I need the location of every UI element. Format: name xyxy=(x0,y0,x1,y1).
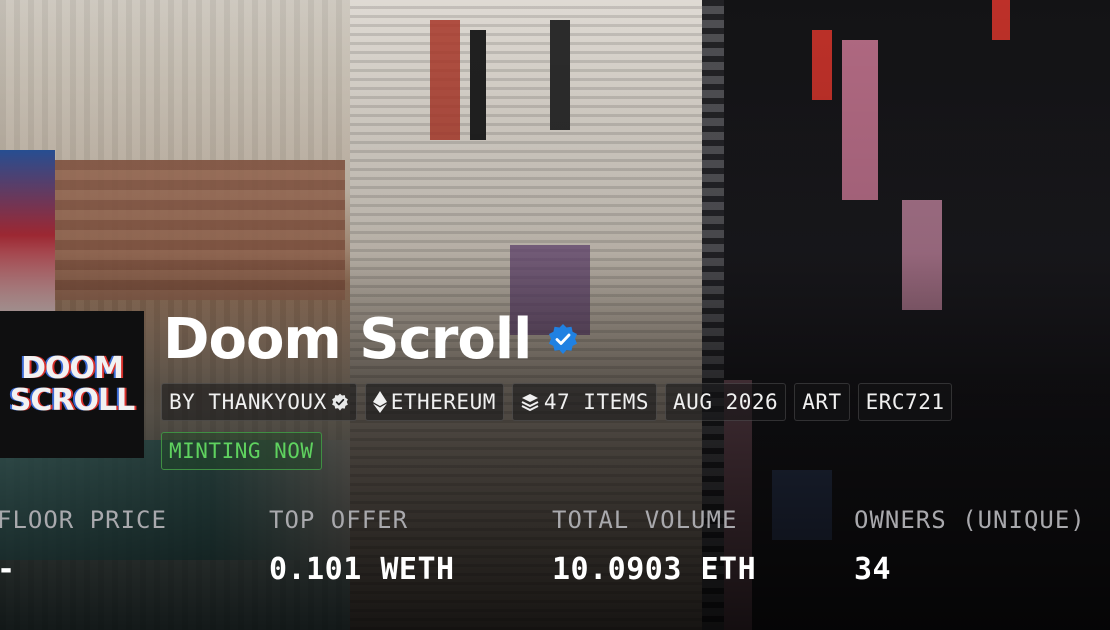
collection-avatar[interactable]: DOOM SCROLL xyxy=(0,311,144,458)
stat-total-volume[interactable]: TOTAL VOLUME 10.0903 ETH xyxy=(552,506,756,587)
stat-value: 34 xyxy=(854,552,892,587)
date-label: AUG 2026 xyxy=(673,390,779,414)
creator-verified-icon xyxy=(331,393,349,411)
collection-title: Doom Scroll xyxy=(163,306,579,372)
stat-value: 0.101 WETH xyxy=(269,552,455,587)
collection-name: Doom Scroll xyxy=(163,306,532,372)
items-tag[interactable]: 47 ITEMS xyxy=(511,383,658,421)
stat-owners[interactable]: OWNERS (UNIQUE) 34 xyxy=(854,506,1086,587)
minting-status-label: MINTING NOW xyxy=(169,439,314,463)
chain-tag[interactable]: ETHEREUM xyxy=(364,383,504,421)
stat-label: FLOOR PRICE xyxy=(0,506,167,534)
minting-status-badge[interactable]: MINTING NOW xyxy=(161,432,322,470)
creator-tag[interactable]: BY THANKYOUX xyxy=(161,383,357,421)
stat-value: - xyxy=(0,552,167,587)
stat-label: TOP OFFER xyxy=(269,506,409,534)
items-count: 47 ITEMS xyxy=(543,390,650,414)
chain-label: ETHEREUM xyxy=(390,390,496,414)
stat-label: OWNERS (UNIQUE) xyxy=(854,506,1086,534)
ethereum-icon xyxy=(372,391,387,413)
standard-label: ERC721 xyxy=(865,390,945,414)
stat-value: 10.0903 ETH xyxy=(552,552,757,587)
category-label: ART xyxy=(802,390,842,414)
verified-badge-icon xyxy=(547,323,579,355)
stat-top-offer[interactable]: TOP OFFER 0.101 WETH xyxy=(269,506,455,587)
avatar-text-line1: DOOM xyxy=(21,350,124,386)
layers-icon xyxy=(520,392,540,412)
creator-name: BY THANKYOUX xyxy=(169,390,327,414)
standard-tag: ERC721 xyxy=(857,383,953,421)
avatar-text-line2: SCROLL xyxy=(9,382,135,418)
collection-tags: BY THANKYOUX ETHEREUM 47 ITEMS AUG 2026 … xyxy=(161,383,953,421)
stat-label: TOTAL VOLUME xyxy=(552,506,738,534)
category-tag[interactable]: ART xyxy=(794,383,850,421)
collection-hero: DOOM SCROLL Doom Scroll BY THANKYOUX ETH… xyxy=(0,0,1110,630)
stat-floor-price[interactable]: FLOOR PRICE - xyxy=(0,506,167,587)
date-tag: AUG 2026 xyxy=(665,383,787,421)
